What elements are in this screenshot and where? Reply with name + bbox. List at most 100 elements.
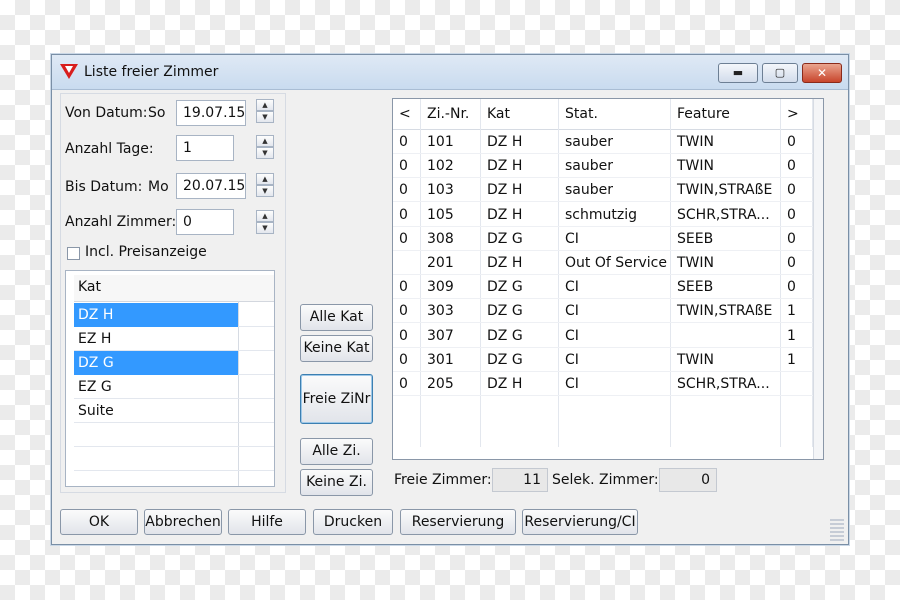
cell-feature: SCHR,STRA... [677,376,770,392]
row-divider [74,470,274,471]
table-row[interactable]: 0 103 DZ H sauber TWIN,STRAßE 0 [393,178,813,203]
cell-category: DZ H [487,206,523,223]
table-row[interactable]: 0 102 DZ H sauber TWIN 0 [393,154,813,179]
cell-feature: SEEB [677,279,714,296]
cell-feature: TWIN [677,351,714,368]
table-row[interactable]: 0 308 DZ G CI SEEB 0 [393,227,813,251]
anzahl-tage-spinner[interactable]: ▲ ▼ [256,135,274,159]
kat-list[interactable]: Kat DZ H EZ H DZ G EZ G Suite [65,270,275,487]
cell-flag: 1 [787,351,796,368]
table-row[interactable]: 201 DZ H Out Of Service TWIN 0 [393,251,813,275]
kat-item-ez-g[interactable]: EZ G [74,375,238,399]
reservierung-ci-button[interactable]: Reservierung/CI [522,509,638,535]
kat-column-header: Kat [78,279,102,295]
maximize-button[interactable]: ▢ [762,63,798,83]
kat-item-suite[interactable]: Suite [74,399,238,423]
cell-state: schmutzig [565,206,637,223]
spin-up-icon[interactable]: ▲ [256,135,274,147]
cell-status: 0 [399,206,408,223]
abbrechen-button[interactable]: Abbrechen [144,509,222,535]
cell-flag: 1 [787,327,796,344]
von-datum-spinner[interactable]: ▲ ▼ [256,99,274,123]
reservierung-button[interactable]: Reservierung [400,509,516,535]
row-divider [74,446,274,447]
drucken-button[interactable]: Drucken [313,509,393,535]
spin-down-icon[interactable]: ▼ [256,185,274,197]
cell-state: CI [565,327,579,344]
minimize-button[interactable]: ▬ [718,63,758,83]
spin-up-icon[interactable]: ▲ [256,173,274,185]
grid-header-stat[interactable]: Stat. [559,99,671,129]
grid-header-feature[interactable]: Feature [671,99,781,129]
room-grid[interactable]: < Zi.-Nr. Kat Stat. Feature >0 1 0 1 DZ H sauber TW… [392,98,824,460]
spin-up-icon[interactable]: ▲ [256,99,274,111]
alle-zi-button[interactable]: Alle Zi. [300,438,373,465]
cell-category: DZ H [487,158,523,175]
freie-zinr-button[interactable]: Freie ZiNr [300,374,373,424]
grid-header-zinr[interactable]: Zi.-Nr. [421,99,481,129]
kat-item-ez-h[interactable]: EZ H [74,327,238,351]
cell-feature: TWIN,STRAßE [677,182,773,199]
keine-zi-button[interactable]: Keine Zi. [300,469,373,496]
cell-category: DZ G [487,279,523,296]
cell-status [393,251,421,275]
selek-zimmer-value: 0 [659,468,717,492]
hilfe-button[interactable]: Hilfe [228,509,306,535]
anzahl-tage-input[interactable]: 1 [176,135,234,161]
cell-category: DZ H [487,182,523,199]
table-row[interactable]: 0 205 DZ H CI SCHR,STRA... [393,372,813,396]
close-button[interactable]: ✕ [802,63,842,83]
keine-kat-button[interactable]: Keine Kat [300,335,373,362]
kat-list-header[interactable]: Kat [74,275,274,302]
cell-state: sauber [565,134,614,150]
cell-state: sauber [565,182,614,199]
cell-room-number: 307 [427,327,454,344]
kat-item-dz-g[interactable]: DZ G [74,351,238,375]
cell-flag: 1 [787,303,796,320]
von-datum-label: Von Datum: [65,105,148,121]
freie-zimmer-label: Freie Zimmer: [394,472,492,488]
cell-flag: 0 [787,182,796,199]
spin-up-icon[interactable]: ▲ [256,210,274,222]
cell-state: CI [565,351,579,368]
anzahl-tage-label: Anzahl Tage: [65,141,154,157]
spin-down-icon[interactable]: ▼ [256,111,274,123]
table-row[interactable]: 0 303 DZ G CI TWIN,STRAßE 1 [393,299,813,324]
cell-state: CI [565,230,579,247]
table-row[interactable]: 0 101 DZ H sauber TWIN 0 [393,130,813,154]
table-row[interactable]: 0 301 DZ G CI TWIN 1 [393,348,813,372]
cell-feature: TWIN [677,255,714,271]
bis-day-label: Mo [148,179,169,195]
bis-datum-input[interactable]: 20.07.15 [176,173,246,199]
cell-flag: 0 [787,255,796,271]
title-bar[interactable]: Liste freier Zimmer ▬ ▢ ✕ [52,55,848,90]
table-row[interactable]: 0 105 DZ H schmutzig SCHR,STRA... 0 [393,203,813,227]
spin-down-icon[interactable]: ▼ [256,147,274,159]
kat-item-dz-h[interactable]: DZ H [74,303,238,327]
anzahl-zimmer-input[interactable]: 0 [176,209,234,235]
cell-state: Out Of Service [565,255,667,271]
grid-header-next[interactable]: > [781,99,813,129]
spin-down-icon[interactable]: ▼ [256,222,274,234]
cell-room-number: 309 [427,279,454,296]
alle-kat-button[interactable]: Alle Kat [300,304,373,331]
cell-feature: TWIN [677,134,714,150]
window-title: Liste freier Zimmer [84,64,219,80]
cell-status: 0 [399,327,408,344]
table-row[interactable]: 0 307 DZ G CI 1 [393,324,813,348]
grid-header-kat[interactable]: Kat [481,99,559,129]
ok-button[interactable]: OK [60,509,138,535]
bis-datum-spinner[interactable]: ▲ ▼ [256,173,274,197]
cell-status: 0 [399,230,408,247]
preisanzeige-label: Incl. Preisanzeige [85,244,207,260]
grid-scrollbar[interactable] [813,99,823,459]
preisanzeige-checkbox[interactable] [67,247,80,260]
cell-room-number: 201 [427,255,454,271]
cell-status: 0 [399,158,408,175]
von-datum-input[interactable]: 19.07.15 [176,100,246,126]
resize-grip[interactable] [830,517,844,541]
selek-zimmer-label: Selek. Zimmer: [552,472,659,488]
table-row[interactable]: 0 309 DZ G CI SEEB 0 [393,275,813,300]
anzahl-zimmer-spinner[interactable]: ▲ ▼ [256,210,274,234]
grid-header-prev[interactable]: < [393,99,421,129]
